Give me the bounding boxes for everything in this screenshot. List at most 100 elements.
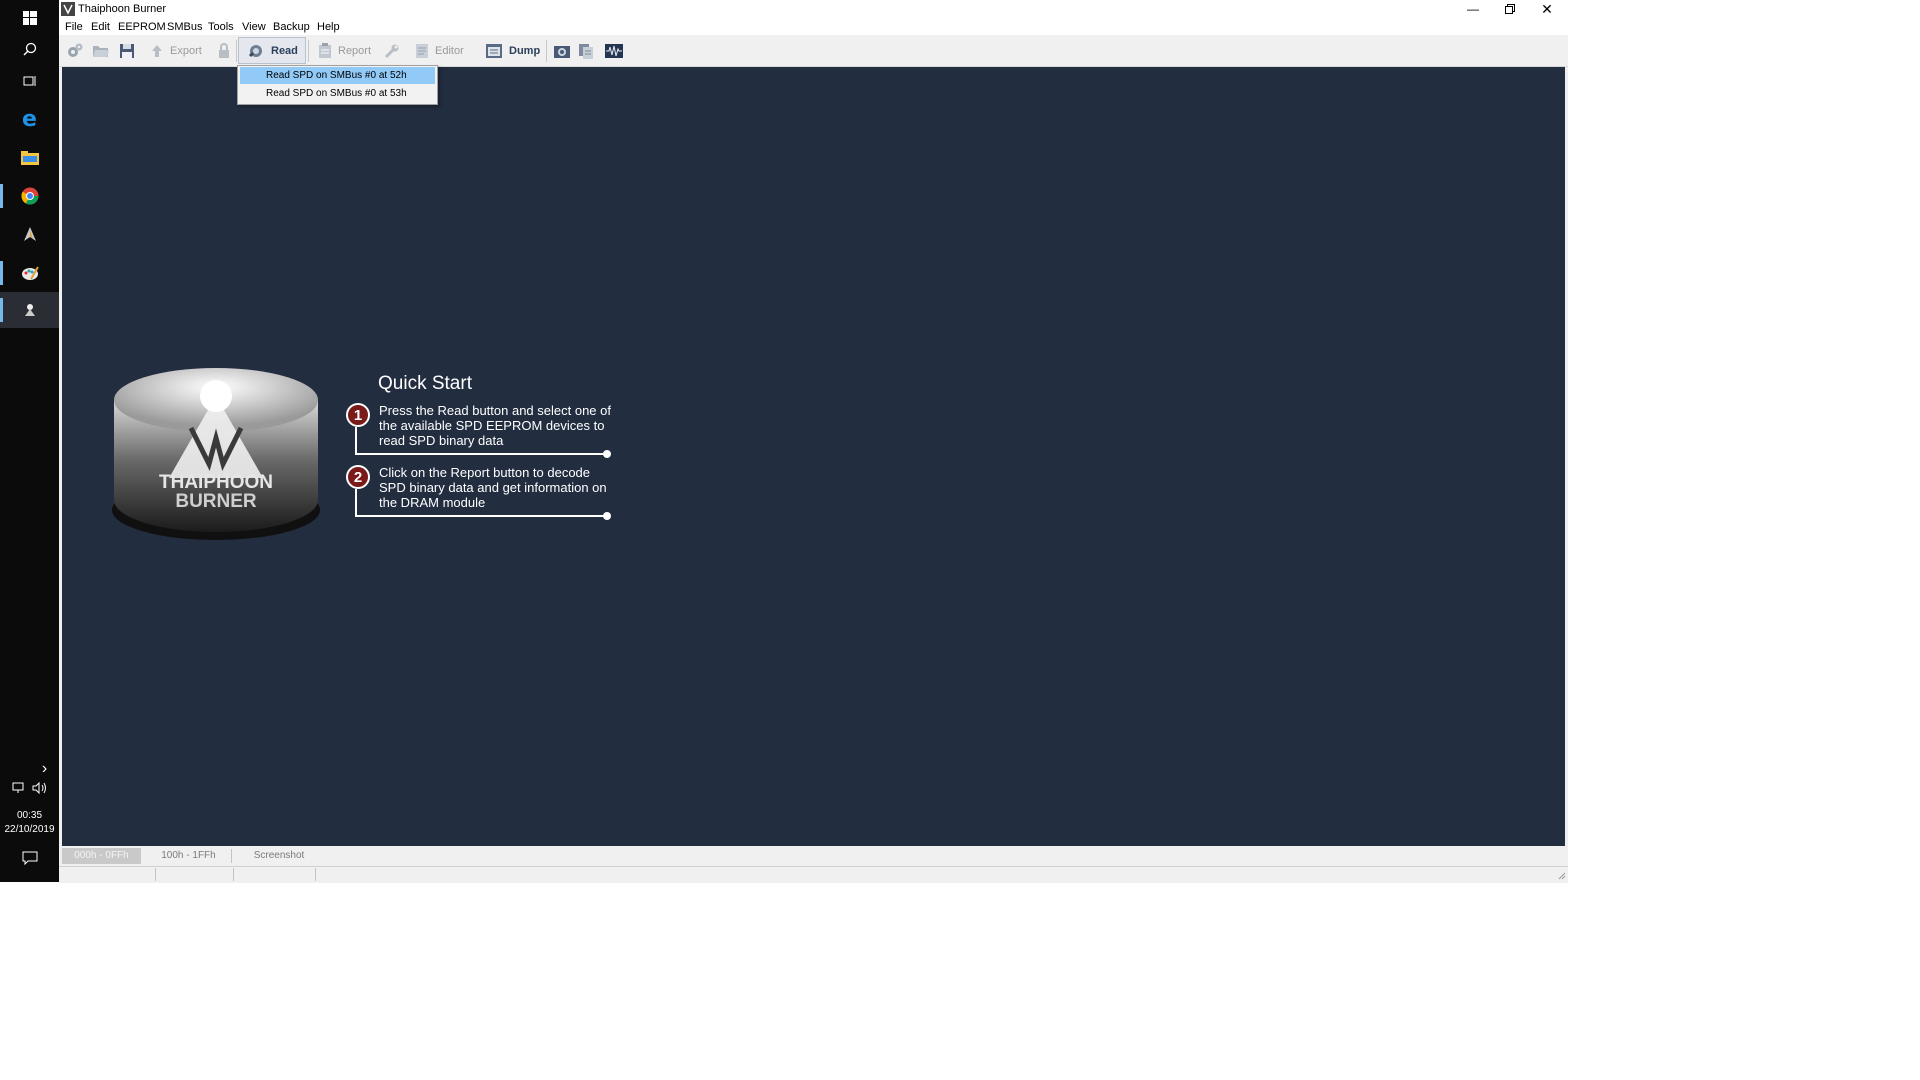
chrome-taskbar-button[interactable] xyxy=(0,178,59,214)
copy-button[interactable] xyxy=(578,39,594,63)
toolbar: Export Read Report Editor Dump xyxy=(59,35,1568,67)
camera-icon xyxy=(554,46,570,58)
close-icon: ✕ xyxy=(1541,0,1553,17)
dump-label: Dump xyxy=(509,45,541,57)
menu-smbus[interactable]: SMBus xyxy=(167,21,202,33)
step-2-badge: 2 xyxy=(346,465,370,489)
waveform-icon xyxy=(605,44,623,58)
menu-backup[interactable]: Backup xyxy=(273,21,310,33)
export-label: Export xyxy=(170,45,202,57)
gears-icon xyxy=(68,43,83,57)
thaiphoon-taskbar-button[interactable] xyxy=(0,292,59,328)
menu-file[interactable]: File xyxy=(65,21,83,33)
search-button[interactable] xyxy=(0,31,59,67)
lock-icon xyxy=(219,43,229,58)
title-bar: Thaiphoon Burner — ✕ xyxy=(59,0,1568,19)
logo-line1: THAIPHOON xyxy=(159,472,273,493)
volume-icon[interactable] xyxy=(32,782,48,794)
folder-icon xyxy=(20,151,39,165)
dump-icon xyxy=(486,44,502,58)
screenshot-button[interactable] xyxy=(553,39,571,63)
thaiphoon-burner-logo: THAIPHOON BURNER xyxy=(112,368,320,540)
toolbar-separator xyxy=(546,40,547,62)
logo-line2: BURNER xyxy=(175,491,257,512)
read-label: Read xyxy=(271,44,298,57)
tools-button[interactable] xyxy=(384,39,400,63)
edge-icon: e xyxy=(22,106,37,132)
restore-icon xyxy=(1505,4,1515,14)
app-icon xyxy=(61,2,75,16)
clock-time[interactable]: 00:35 xyxy=(0,810,59,821)
tab-divider xyxy=(231,849,232,863)
menu-bar: File Edit EEPROM SMBus Tools View Backup… xyxy=(59,19,1568,35)
thaiphoon-icon xyxy=(24,304,35,316)
status-bar xyxy=(59,866,1568,883)
read-dropdown-menu: Read SPD on SMBus #0 at 52h Read SPD on … xyxy=(237,65,438,105)
windows-logo-icon xyxy=(22,11,37,25)
status-segment xyxy=(234,868,316,881)
export-icon xyxy=(152,45,162,57)
toolbar-separator xyxy=(236,40,237,62)
wrench-icon xyxy=(384,44,399,59)
task-view-button[interactable] xyxy=(0,63,59,99)
app-window: Thaiphoon Burner — ✕ File Edit EEPROM SM… xyxy=(59,0,1568,883)
window-title: Thaiphoon Burner xyxy=(78,3,167,15)
search-icon xyxy=(22,42,36,56)
tab-100h-1ffh[interactable]: 100h - 1FFh xyxy=(149,848,228,864)
minimize-icon: — xyxy=(1467,2,1479,16)
report-label: Report xyxy=(338,45,372,57)
copy-icon xyxy=(579,44,593,59)
report-icon xyxy=(319,43,331,58)
step-1-connector xyxy=(355,427,611,458)
editor-button[interactable]: Editor xyxy=(415,39,464,63)
system-tray xyxy=(0,776,59,800)
restore-button[interactable] xyxy=(1492,0,1528,18)
tab-000h-0ffh[interactable]: 000h - 0FFh xyxy=(62,848,141,864)
open-folder-icon xyxy=(93,46,109,57)
read-smbus-53h-item[interactable]: Read SPD on SMBus #0 at 53h xyxy=(240,85,435,102)
menu-help[interactable]: Help xyxy=(317,21,340,33)
waveform-button[interactable] xyxy=(605,39,623,63)
open-button[interactable] xyxy=(92,39,110,63)
menu-eeprom[interactable]: EEPROM xyxy=(118,21,166,33)
toolbar-separator xyxy=(308,40,309,62)
menu-edit[interactable]: Edit xyxy=(91,21,110,33)
report-button[interactable]: Report xyxy=(318,39,371,63)
edge-taskbar-button[interactable]: e xyxy=(0,101,59,137)
resize-grip-icon[interactable] xyxy=(1556,870,1566,880)
read-chip-icon xyxy=(248,44,262,57)
network-icon[interactable] xyxy=(12,782,26,794)
action-center-button[interactable] xyxy=(0,840,59,876)
menu-tools[interactable]: Tools xyxy=(208,21,234,33)
notification-icon xyxy=(22,851,37,865)
save-icon xyxy=(120,44,134,58)
paint-taskbar-button[interactable] xyxy=(0,255,59,291)
editor-label: Editor xyxy=(435,45,464,57)
step-2-connector xyxy=(355,489,611,520)
chrome-icon xyxy=(20,187,39,205)
tab-screenshot[interactable]: Screenshot xyxy=(239,848,319,864)
minimize-button[interactable]: — xyxy=(1455,0,1491,18)
export-button[interactable]: Export xyxy=(149,39,202,63)
main-content-area: THAIPHOON BURNER Quick Start 1 Press the… xyxy=(62,67,1565,846)
read-button[interactable]: Read xyxy=(238,37,306,64)
read-smbus-52h-item[interactable]: Read SPD on SMBus #0 at 52h xyxy=(240,67,435,84)
save-button[interactable] xyxy=(119,39,135,63)
bottom-tab-bar: 000h - 0FFh 100h - 1FFh Screenshot xyxy=(59,846,1568,866)
windows-taskbar: e › 00:35 22/10/2019 xyxy=(0,0,59,882)
close-button[interactable]: ✕ xyxy=(1529,0,1565,18)
editor-icon xyxy=(416,44,428,58)
file-explorer-button[interactable] xyxy=(0,140,59,176)
step-1-badge: 1 xyxy=(346,403,370,427)
lock-button[interactable] xyxy=(217,39,231,63)
paint-icon xyxy=(21,266,39,280)
status-segment xyxy=(156,868,234,881)
menu-view[interactable]: View xyxy=(242,21,266,33)
arrow-app-icon xyxy=(23,227,36,241)
clock-date[interactable]: 22/10/2019 xyxy=(0,824,59,835)
task-view-icon xyxy=(23,76,35,86)
dump-button[interactable]: Dump xyxy=(485,39,540,63)
settings-button[interactable] xyxy=(66,39,84,63)
quick-start-title: Quick Start xyxy=(378,373,472,394)
app-taskbar-button[interactable] xyxy=(0,216,59,252)
